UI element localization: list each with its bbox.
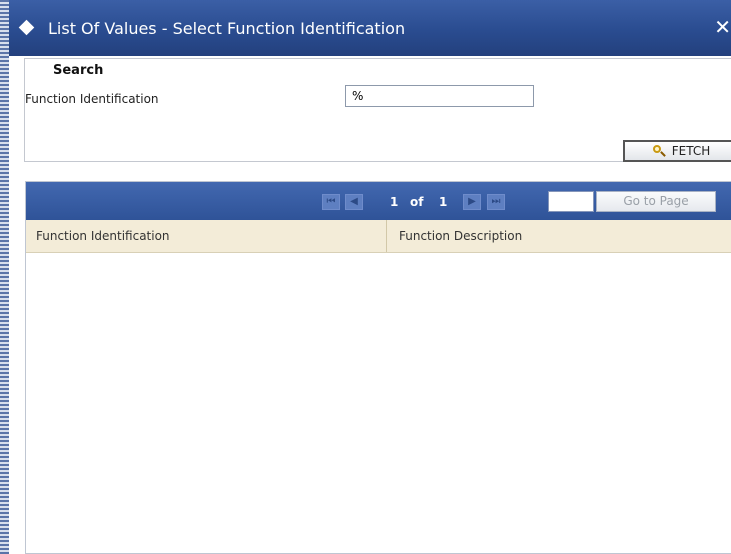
function-identification-input[interactable]: [345, 85, 534, 107]
grid-header: Function Identification Function Descrip…: [26, 220, 731, 253]
title-bar[interactable]: List Of Values - Select Function Identif…: [9, 0, 731, 56]
grid-body: [26, 253, 731, 553]
page-number-input[interactable]: [548, 191, 594, 212]
current-page: 1: [390, 195, 399, 209]
diamond-icon: [18, 19, 35, 36]
column-header-function-identification[interactable]: Function Identification: [36, 220, 170, 252]
pagination-toolbar: ⏮ ◀ 1 of 1 ▶ ⏭ Go to Page: [26, 182, 731, 220]
magnifier-icon: [652, 144, 666, 158]
previous-page-icon[interactable]: ◀: [345, 194, 363, 210]
fetch-button-label: FETCH: [671, 144, 711, 158]
fetch-button[interactable]: FETCH: [623, 140, 731, 162]
last-page-icon[interactable]: ⏭: [487, 194, 505, 210]
total-pages: 1: [439, 195, 448, 209]
search-section: Search Function Identification FETCH: [24, 58, 731, 162]
close-icon[interactable]: ✕: [714, 15, 731, 39]
window-left-border: [0, 0, 9, 554]
first-page-icon[interactable]: ⏮: [322, 194, 340, 210]
go-to-page-button[interactable]: Go to Page: [596, 191, 716, 212]
column-header-function-description[interactable]: Function Description: [399, 220, 522, 252]
window-title: List Of Values - Select Function Identif…: [48, 19, 406, 38]
results-grid: ⏮ ◀ 1 of 1 ▶ ⏭ Go to Page Function Ident…: [25, 181, 731, 554]
function-identification-label: Function Identification: [25, 92, 159, 106]
page-of-label: of: [410, 195, 424, 209]
column-divider[interactable]: [386, 220, 387, 252]
next-page-icon[interactable]: ▶: [463, 194, 481, 210]
search-legend: Search: [45, 63, 112, 78]
